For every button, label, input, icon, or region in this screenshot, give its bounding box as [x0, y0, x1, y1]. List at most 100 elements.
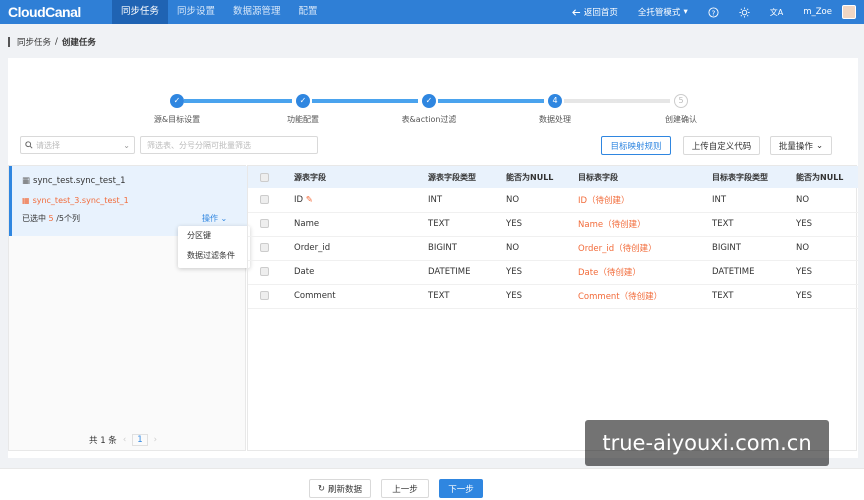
- page-number[interactable]: 1: [132, 434, 148, 446]
- source-null: YES: [506, 212, 578, 237]
- column-mapping-table: 源表字段 源表字段类型 能否为NULL 目标表字段 目标表字段类型 能否为NUL…: [247, 165, 858, 451]
- user-menu[interactable]: m_Zoe: [803, 7, 832, 17]
- source-field: Order_id: [294, 236, 428, 261]
- footer-actions: ↻ 刷新数据 上一步 下一步: [0, 468, 864, 500]
- next-step-button[interactable]: 下一步: [439, 479, 483, 498]
- col-header-target-type: 目标表字段类型: [712, 166, 796, 188]
- nav-datasource-management[interactable]: 数据源管理: [224, 0, 290, 24]
- col-header-source-type: 源表字段类型: [428, 166, 506, 188]
- step-4-number: 4: [548, 94, 562, 108]
- batch-ops-button[interactable]: 批量操作 ⌄: [770, 136, 832, 155]
- selected-column-count: 已选中 5 /5个列: [22, 213, 80, 224]
- row-checkbox[interactable]: [260, 267, 269, 276]
- col-header-source-field: 源表字段: [294, 166, 428, 188]
- refresh-icon: ↻: [317, 483, 326, 494]
- table-ops-dropdown-trigger[interactable]: 操作 ⌄: [202, 213, 227, 224]
- chevron-down-icon: ⌄: [220, 214, 228, 223]
- step-connector: [312, 99, 418, 103]
- col-header-target-field: 目标表字段: [578, 166, 712, 188]
- mode-selector[interactable]: 全托管模式 ▾: [638, 6, 688, 18]
- target-type: BIGINT: [712, 236, 796, 261]
- row-checkbox[interactable]: [260, 243, 269, 252]
- upload-code-button[interactable]: 上传自定义代码: [683, 136, 760, 155]
- theme-sun-icon[interactable]: [739, 6, 750, 18]
- step-2-check-icon: ✓: [296, 94, 310, 108]
- target-table: ▦ sync_test_3.sync_test_1: [22, 196, 129, 205]
- source-type: BIGINT: [428, 236, 506, 261]
- table-row: Date DATETIME YES Date（待创建） DATETIME YES: [248, 260, 858, 285]
- step-5-number: 5: [674, 94, 688, 108]
- target-table-name: sync_test_3.sync_test_1: [32, 196, 129, 205]
- mode-label: 全托管模式: [637, 8, 681, 18]
- step-3-label: 表&action过滤: [401, 115, 457, 124]
- chevron-down-icon: ⌄: [123, 140, 130, 150]
- key-icon: ✎: [305, 194, 313, 205]
- back-home-link[interactable]: 返回首页: [572, 6, 618, 18]
- target-type: TEXT: [712, 284, 796, 309]
- mapping-rules-button[interactable]: 目标映射规则: [601, 136, 671, 155]
- source-type: TEXT: [428, 284, 506, 309]
- table-row: Order_id BIGINT NO Order_id（待创建） BIGINT …: [248, 236, 858, 261]
- chevron-down-icon: ▾: [683, 7, 688, 17]
- source-null: NO: [506, 236, 578, 261]
- source-field: ID: [294, 194, 304, 205]
- nav-config[interactable]: 配置: [290, 0, 327, 24]
- source-null: YES: [506, 260, 578, 285]
- filter-select-placeholder: 请选择: [36, 140, 60, 150]
- username: m_Zoe: [803, 7, 832, 17]
- select-all-checkbox[interactable]: [260, 172, 269, 182]
- nav-sync-tasks[interactable]: 同步任务: [112, 0, 169, 24]
- search-icon: [25, 141, 33, 149]
- row-checkbox[interactable]: [260, 194, 269, 204]
- table-search-input[interactable]: 筛选表、分号分隔可批量筛选: [140, 136, 318, 154]
- row-checkbox[interactable]: [260, 291, 269, 300]
- app-logo[interactable]: CloudCanal: [8, 4, 108, 20]
- help-icon[interactable]: ?: [708, 6, 719, 18]
- step-connector: [564, 99, 670, 103]
- step-3-check-icon: ✓: [422, 94, 436, 108]
- filter-select[interactable]: 请选择 ⌄: [20, 136, 135, 154]
- table-icon: ▦: [22, 176, 31, 186]
- refresh-data-button[interactable]: ↻ 刷新数据: [309, 479, 371, 498]
- nav-sync-settings[interactable]: 同步设置: [168, 0, 224, 24]
- table-row: Name TEXT YES Name（待创建） TEXT YES: [248, 212, 858, 237]
- col-header-source-null: 能否为NULL: [506, 166, 578, 188]
- next-page-icon[interactable]: ›: [154, 435, 157, 445]
- source-type: DATETIME: [428, 260, 506, 285]
- source-field: Comment: [294, 284, 428, 309]
- table-ops-menu: 分区键 数据过滤条件: [178, 226, 250, 268]
- source-null: NO: [506, 188, 578, 213]
- chevron-down-icon: ⌄: [815, 140, 824, 151]
- step-connector: [184, 99, 292, 103]
- source-table: ▦ sync_test.sync_test_1: [22, 176, 126, 186]
- translate-icon[interactable]: 文A: [770, 7, 783, 18]
- table-row: Comment TEXT YES Comment（待创建） TEXT YES: [248, 284, 858, 309]
- target-null: NO: [796, 188, 858, 213]
- prev-step-button[interactable]: 上一步: [381, 479, 429, 498]
- table-ops-label: 操作: [202, 214, 218, 223]
- step-4-label: 数据处理: [539, 115, 571, 124]
- table-icon: ▦: [22, 196, 30, 205]
- step-connector: [438, 99, 544, 103]
- target-null: YES: [796, 212, 858, 237]
- table-search-placeholder: 筛选表、分号分隔可批量筛选: [147, 140, 251, 150]
- breadcrumb-create-task: 创建任务: [61, 38, 96, 48]
- breadcrumb-sync-tasks[interactable]: 同步任务: [17, 36, 51, 48]
- refresh-label: 刷新数据: [328, 484, 363, 495]
- prev-page-icon[interactable]: ‹: [123, 435, 126, 445]
- top-right-tools: 返回首页 全托管模式 ▾ ? 文A m_Zoe: [562, 0, 864, 24]
- selected-suffix: /5个列: [56, 214, 80, 223]
- source-type: TEXT: [428, 212, 506, 237]
- table-header-row: 源表字段 源表字段类型 能否为NULL 目标表字段 目标表字段类型 能否为NUL…: [248, 166, 858, 188]
- back-home-label: 返回首页: [583, 8, 618, 18]
- main-nav: 同步任务 同步设置 数据源管理 配置: [112, 0, 327, 24]
- menu-item-data-filter[interactable]: 数据过滤条件: [178, 246, 250, 266]
- table-row: ID ✎ INT NO ID（待创建） INT NO: [248, 188, 858, 213]
- watermark: true-aiyouxi.com.cn: [585, 420, 829, 466]
- avatar[interactable]: [842, 5, 856, 19]
- target-type: DATETIME: [712, 260, 796, 285]
- menu-item-partition-key[interactable]: 分区键: [178, 226, 250, 246]
- target-null: YES: [796, 284, 858, 309]
- top-navbar: CloudCanal 同步任务 同步设置 数据源管理 配置 返回首页 全托管模式…: [0, 0, 864, 24]
- row-checkbox[interactable]: [260, 219, 269, 228]
